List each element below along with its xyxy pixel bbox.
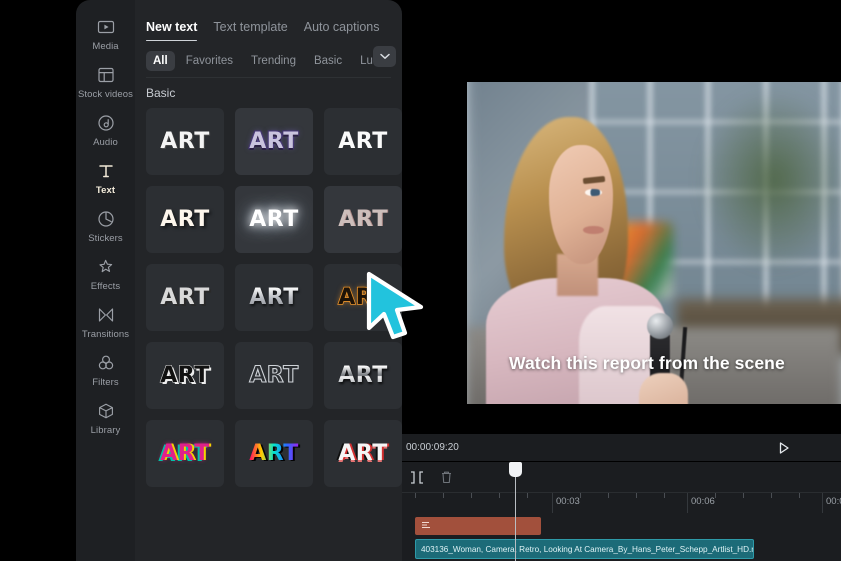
timecode-display: 00:00:09:20 (406, 442, 459, 453)
video-clip[interactable]: 403136_Woman, Camera, Retro, Looking At … (415, 539, 754, 559)
sidebar-item-text[interactable]: Text (76, 160, 135, 196)
text-style-item[interactable]: ART (146, 264, 224, 331)
group-title: Basic (146, 86, 176, 100)
split-icon[interactable] (410, 470, 424, 484)
sidebar-item-label: Transitions (81, 329, 130, 340)
sidebar-item-label: Audio (93, 137, 118, 148)
tab-new-text[interactable]: New text (146, 20, 198, 41)
sidebar-item-stock-videos[interactable]: Stock videos (76, 64, 135, 100)
effects-icon (95, 256, 117, 278)
text-style-item[interactable]: ART (235, 420, 313, 487)
sidebar-item-label: Text (95, 185, 116, 196)
scene-foliage (698, 89, 841, 271)
sidebar-item-label: Stickers (88, 233, 123, 244)
style-preview-text: ART (160, 362, 210, 388)
style-preview-text: ART (249, 284, 299, 310)
style-preview-text: ART (338, 362, 388, 388)
chip-all[interactable]: All (146, 51, 175, 71)
filters-icon (95, 352, 117, 374)
letterbox-bottom (467, 404, 841, 418)
style-preview-text: ART (160, 440, 210, 466)
sidebar-item-transitions[interactable]: Transitions (76, 304, 135, 340)
tab-text-template[interactable]: Text template (213, 20, 287, 41)
timeline-ruler[interactable]: 00:03 00:06 00:09 (402, 492, 841, 513)
style-preview-text: ART (248, 128, 299, 154)
subject-lips (582, 225, 604, 234)
text-style-item[interactable]: ART (235, 264, 313, 331)
style-preview-text: ART (338, 440, 388, 466)
text-style-item[interactable]: ART (324, 264, 402, 331)
sidebar-item-label: Library (90, 425, 121, 436)
letterbox-top (467, 68, 841, 82)
chip-basic[interactable]: Basic (307, 51, 349, 71)
sidebar-item-label: Media (92, 41, 119, 52)
style-preview-text: ART (337, 284, 388, 310)
timeline-toolbar (402, 462, 841, 492)
style-preview-text: ART (338, 206, 388, 232)
text-style-item[interactable]: ART (324, 186, 402, 253)
stock-videos-icon (95, 64, 117, 86)
stickers-icon (95, 208, 117, 230)
chip-favorites[interactable]: Favorites (179, 51, 240, 71)
sidebar-item-effects[interactable]: Effects (76, 256, 135, 292)
style-preview-text: ART (249, 206, 299, 232)
text-style-item[interactable]: ART (146, 108, 224, 175)
ruler-label-0: 00:03 (556, 496, 580, 507)
video-stage[interactable]: Watch this report from the scene (467, 68, 841, 418)
panel-tabs: New text Text template Auto captions (135, 0, 402, 41)
video-caption-overlay[interactable]: Watch this report from the scene (467, 353, 841, 374)
transitions-icon (95, 304, 117, 326)
timeline-tracks: 403136_Woman, Camera, Retro, Looking At … (402, 512, 841, 561)
library-icon (95, 400, 117, 422)
text-style-item[interactable]: ART (235, 186, 313, 253)
sidebar-item-stickers[interactable]: Stickers (76, 208, 135, 244)
audio-icon (95, 112, 117, 134)
style-preview-text: ART (249, 362, 299, 388)
category-filter-chips: All Favorites Trending Basic Lum (135, 41, 402, 71)
video-editor-window: Watch this report from the scene 00:00:0… (0, 0, 841, 561)
tool-rail: Media Stock videos Audio Text Stickers E… (76, 0, 135, 561)
subject-face (549, 145, 613, 264)
text-clip[interactable] (415, 517, 541, 535)
style-preview-text: ART (160, 284, 210, 310)
sidebar-item-media[interactable]: Media (76, 16, 135, 52)
microphone-head (647, 313, 673, 340)
text-style-item[interactable]: ART (324, 108, 402, 175)
text-style-item[interactable]: ART (235, 342, 313, 409)
style-preview-text: ART (338, 128, 388, 154)
sidebar-item-library[interactable]: Library (76, 400, 135, 436)
sidebar-item-audio[interactable]: Audio (76, 112, 135, 148)
text-style-item[interactable]: ART (324, 420, 402, 487)
sidebar-item-label: Effects (90, 281, 121, 292)
style-preview-text: ART (249, 440, 299, 466)
text-style-grid: ART ART ART ART ART ART ART ART ART ART … (135, 106, 402, 487)
style-preview-text: ART (160, 206, 210, 232)
text-style-item[interactable]: ART (324, 342, 402, 409)
ruler-label-2: 00:09 (826, 496, 841, 507)
text-panel: New text Text template Auto captions All… (135, 0, 402, 561)
timeline-panel: 00:03 00:06 00:09 403136_Woman, Ca (402, 462, 841, 561)
sidebar-item-label: Stock videos (77, 89, 134, 100)
subtitle-icon (421, 521, 432, 532)
trash-icon[interactable] (440, 470, 453, 484)
media-icon (95, 16, 117, 38)
player-bar: 00:00:09:20 (402, 434, 841, 462)
play-icon[interactable] (775, 439, 793, 457)
ruler-label-1: 00:06 (691, 496, 715, 507)
style-preview-text: ART (160, 128, 210, 154)
text-style-item[interactable]: ART (146, 186, 224, 253)
playhead-handle[interactable] (509, 462, 522, 477)
preview-area: Watch this report from the scene (402, 0, 841, 434)
text-style-item[interactable]: ART (235, 108, 313, 175)
chevron-down-icon[interactable] (373, 46, 396, 67)
text-style-item[interactable]: ART (146, 342, 224, 409)
playhead[interactable] (509, 462, 522, 561)
tab-auto-captions[interactable]: Auto captions (304, 20, 380, 41)
chip-trending[interactable]: Trending (244, 51, 303, 71)
sidebar-item-label: Filters (92, 377, 119, 388)
text-style-item[interactable]: ART (146, 420, 224, 487)
text-icon (95, 160, 117, 182)
sidebar-item-filters[interactable]: Filters (76, 352, 135, 388)
